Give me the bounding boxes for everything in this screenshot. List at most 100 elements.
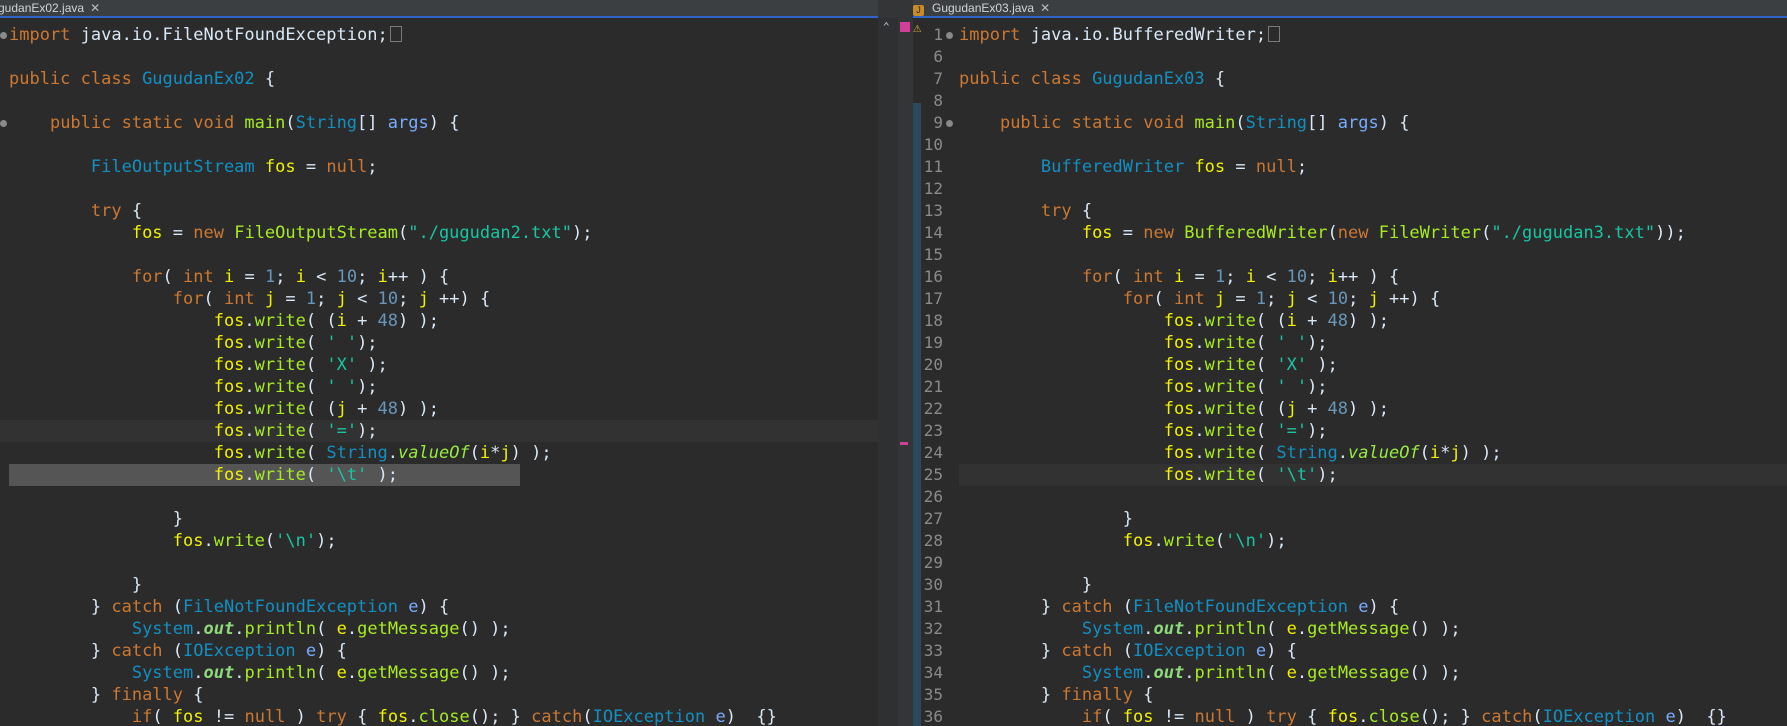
code-line[interactable] <box>959 552 1787 574</box>
scroll-up-icon[interactable]: ⌃ <box>883 20 890 33</box>
code-line[interactable]: import java.io.FileNotFoundException; <box>0 24 878 46</box>
code-line[interactable] <box>0 46 878 68</box>
fold-toggle-icon[interactable] <box>946 120 953 127</box>
code-line[interactable]: } <box>0 574 878 596</box>
code-token: e <box>336 619 347 639</box>
fold-toggle-icon[interactable] <box>0 32 7 39</box>
code-line[interactable]: public class GugudanEx02 { <box>0 68 878 90</box>
folded-imports-icon[interactable] <box>1268 26 1281 42</box>
code-line[interactable]: public static void main(String[] args) { <box>959 112 1787 134</box>
code-line[interactable]: System.out.println( e.getMessage() ); <box>959 618 1787 640</box>
code-line[interactable]: BufferedWriter fos = null; <box>959 156 1787 178</box>
code-line[interactable]: try { <box>959 200 1787 222</box>
code-line[interactable]: for( int j = 1; j < 10; j ++) { <box>0 288 878 310</box>
code-line[interactable] <box>959 178 1787 200</box>
code-line[interactable]: } <box>959 508 1787 530</box>
close-icon[interactable]: ✕ <box>1040 1 1050 15</box>
code-line[interactable]: for( int i = 1; i < 10; i++ ) { <box>0 266 878 288</box>
fold-toggle-icon[interactable] <box>946 32 953 39</box>
code-token: fos <box>213 311 245 331</box>
code-line[interactable] <box>959 46 1787 68</box>
code-token: ; <box>316 289 337 309</box>
code-text: } <box>9 574 142 596</box>
code-line[interactable]: import java.io.BufferedWriter; <box>959 24 1787 46</box>
code-line[interactable]: fos.write( (i + 48) ); <box>0 310 878 332</box>
left-editor-pane[interactable]: gudanEx02.java ✕ import java.io.FileNotFo… <box>0 0 878 726</box>
code-line[interactable]: FileOutputStream fos = null; <box>0 156 878 178</box>
code-line[interactable]: } catch (FileNotFoundException e) { <box>0 596 878 618</box>
code-line[interactable]: fos = new BufferedWriter(new FileWriter(… <box>959 222 1787 244</box>
code-line[interactable]: } catch (IOException e) { <box>0 640 878 662</box>
tab-gugudanex02[interactable]: gudanEx02.java ✕ <box>0 0 100 16</box>
code-line[interactable]: System.out.println( e.getMessage() ); <box>959 662 1787 684</box>
code-token: for <box>131 267 163 287</box>
code-line[interactable]: fos.write( ' '); <box>959 332 1787 354</box>
code-line[interactable]: fos.write( '='); <box>0 420 878 442</box>
code-line[interactable] <box>0 552 878 574</box>
code-line[interactable]: fos.write( 'X' ); <box>959 354 1787 376</box>
close-icon[interactable]: ✕ <box>90 1 100 15</box>
tab-gugudanex03[interactable]: J GugudanEx03.java ✕ <box>913 0 1050 16</box>
fold-toggle-icon[interactable] <box>0 120 7 127</box>
code-line[interactable]: } catch (FileNotFoundException e) { <box>959 596 1787 618</box>
code-line[interactable]: fos.write( 'X' ); <box>0 354 878 376</box>
code-line[interactable]: if( fos != null ) try { fos.close(); } c… <box>959 706 1787 726</box>
code-line[interactable]: } <box>959 574 1787 596</box>
code-line[interactable]: fos = new FileOutputStream("./gugudan2.t… <box>0 222 878 244</box>
occurrence-marker-icon[interactable] <box>900 442 908 445</box>
code-line[interactable]: try { <box>0 200 878 222</box>
code-line[interactable]: fos.write('\n'); <box>959 530 1787 552</box>
code-line[interactable]: fos.write( ' '); <box>0 376 878 398</box>
code-line[interactable] <box>0 90 878 112</box>
code-line[interactable]: } finally { <box>0 684 878 706</box>
folded-imports-icon[interactable] <box>389 26 402 42</box>
code-line[interactable]: fos.write( '\t' ); <box>0 464 878 486</box>
code-line[interactable]: fos.write( ' '); <box>959 376 1787 398</box>
code-line[interactable]: fos.write( '\t'); <box>959 464 1787 486</box>
code-token: e <box>336 663 347 683</box>
code-line[interactable]: for( int j = 1; j < 10; j ++) { <box>959 288 1787 310</box>
code-line[interactable]: fos.write( (j + 48) ); <box>0 398 878 420</box>
code-line[interactable]: fos.write( String.valueOf(i*j) ); <box>0 442 878 464</box>
code-text: System.out.println( e.getMessage() ); <box>959 618 1461 640</box>
code-line[interactable]: if( fos != null ) try { fos.close(); } c… <box>0 706 878 726</box>
code-token: java.io.FileNotFoundException; <box>70 25 388 45</box>
code-line[interactable]: fos.write( ' '); <box>0 332 878 354</box>
code-line[interactable] <box>959 486 1787 508</box>
right-code-area[interactable]: import java.io.BufferedWriter; public cla… <box>959 18 1787 726</box>
code-line[interactable]: } <box>0 508 878 530</box>
code-line[interactable] <box>959 244 1787 266</box>
code-line[interactable]: fos.write( (j + 48) ); <box>959 398 1787 420</box>
left-code-area[interactable]: import java.io.FileNotFoundException; pub… <box>0 18 878 726</box>
code-line[interactable]: System.out.println( e.getMessage() ); <box>0 662 878 684</box>
code-line[interactable] <box>0 244 878 266</box>
code-line[interactable] <box>0 178 878 200</box>
code-line[interactable] <box>959 90 1787 112</box>
code-token: out <box>203 663 235 683</box>
error-marker-icon[interactable] <box>900 22 910 32</box>
code-token: ; <box>275 267 296 287</box>
code-token: ( <box>285 113 296 133</box>
code-token: ( <box>162 641 184 661</box>
code-line[interactable] <box>0 486 878 508</box>
code-line[interactable]: fos.write( (i + 48) ); <box>959 310 1787 332</box>
code-line[interactable]: } catch (IOException e) { <box>959 640 1787 662</box>
code-line[interactable]: } finally { <box>959 684 1787 706</box>
code-line[interactable]: public class GugudanEx03 { <box>959 68 1787 90</box>
code-token: . <box>244 333 255 353</box>
code-line[interactable]: fos.write( String.valueOf(i*j) ); <box>959 442 1787 464</box>
code-line[interactable] <box>0 134 878 156</box>
code-token: valueOf <box>398 443 470 463</box>
right-editor-pane[interactable]: J GugudanEx03.java ✕ ⚠ 1 6 7 8 9 10 11 12 13 14 15 16… <box>913 0 1787 726</box>
left-overview-ruler[interactable] <box>878 18 898 726</box>
code-line[interactable] <box>959 134 1787 156</box>
code-line[interactable]: fos.write( '='); <box>959 420 1787 442</box>
code-line[interactable]: System.out.println( e.getMessage() ); <box>0 618 878 640</box>
code-token: println <box>1194 663 1267 683</box>
code-line[interactable]: public static void main(String[] args) { <box>0 112 878 134</box>
code-text: fos = new BufferedWriter(new FileWriter(… <box>959 222 1686 244</box>
code-line[interactable]: for( int i = 1; i < 10; i++ ) { <box>959 266 1787 288</box>
code-text: fos.write( (j + 48) ); <box>9 398 439 420</box>
code-line[interactable]: fos.write('\n'); <box>0 530 878 552</box>
editor-split-divider[interactable]: ⌃ <box>878 0 913 726</box>
